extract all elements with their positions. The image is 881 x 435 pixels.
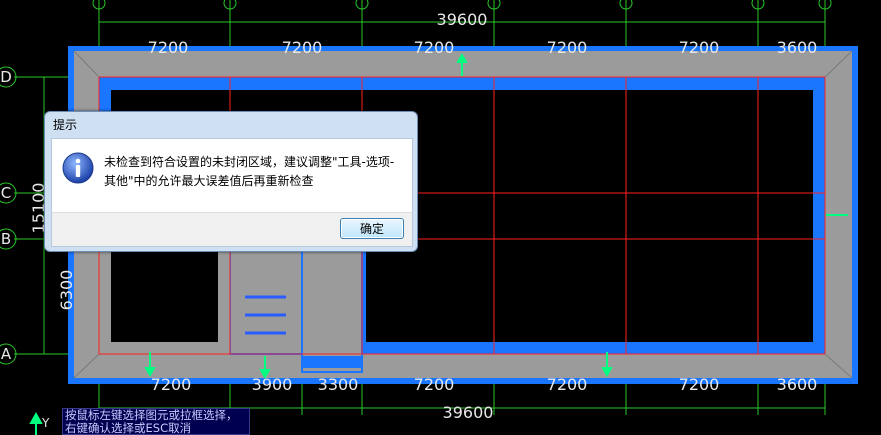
left-inner-strip — [218, 239, 230, 342]
dimension-ticks — [92, 0, 832, 10]
ucs-icon: Y — [41, 416, 50, 430]
dialog-footer: 确定 — [51, 212, 413, 247]
dim-bottom-span-5: 7200 — [547, 375, 588, 394]
command-line[interactable]: 按鼠标左键选择图元或拉框选择， 右键确认选择或ESC取消 — [62, 408, 250, 435]
axis-label-c: C — [1, 184, 11, 202]
info-icon — [62, 152, 94, 184]
left-strip — [99, 239, 111, 354]
shaft-area[interactable] — [301, 238, 363, 373]
dialog-title: 提示 — [53, 118, 78, 132]
dim-total-top: 39600 — [437, 10, 488, 29]
dim-bottom-span-1: 7200 — [151, 375, 192, 394]
dim-top-span-6: 3600 — [777, 38, 818, 57]
axis-label-d: D — [0, 68, 12, 86]
dim-bottom-span-6: 7200 — [679, 375, 720, 394]
dim-total-bottom: 39600 — [443, 403, 494, 422]
command-line-text-2: 右键确认选择或ESC取消 — [65, 421, 192, 435]
dim-bottom-span-2: 3900 — [252, 375, 293, 394]
ok-button[interactable]: 确定 — [340, 218, 404, 239]
dim-bottom-span-7: 3600 — [777, 375, 818, 394]
dim-top-span-2: 7200 — [282, 38, 323, 57]
ucs-y-label: Y — [41, 416, 50, 430]
dialog-message: 未检查到符合设置的未封闭区域，建议调整"工具-选项-其他"中的允许最大误差值后再… — [104, 155, 395, 188]
dim-bottom-span-3: 3300 — [318, 375, 359, 394]
shaft-beam — [302, 356, 362, 368]
divider-beam — [362, 239, 366, 342]
bottom-strip — [111, 342, 230, 354]
dim-top-span-4: 7200 — [547, 38, 588, 57]
dim-left-lower: 6300 — [57, 270, 76, 311]
axis-label-b: B — [1, 230, 11, 248]
dim-bottom-span-4: 7200 — [414, 375, 455, 394]
dim-top-span-3: 7200 — [414, 38, 455, 57]
axis-label-a: A — [1, 345, 12, 363]
message-dialog[interactable]: 提示 未检查到符合设置的未封闭区域，建议调整"工具-选项-其他"中的允许最大误差… — [44, 111, 418, 252]
dim-top-span-1: 7200 — [148, 38, 189, 57]
dim-top-span-5: 7200 — [679, 38, 720, 57]
dialog-body: 未检查到符合设置的未封闭区域，建议调整"工具-选项-其他"中的允许最大误差值后再… — [51, 138, 413, 213]
axis-bubbles — [0, 66, 17, 365]
cad-stage: D C B A 39600 7200 7200 7200 7200 7200 3… — [0, 0, 881, 435]
